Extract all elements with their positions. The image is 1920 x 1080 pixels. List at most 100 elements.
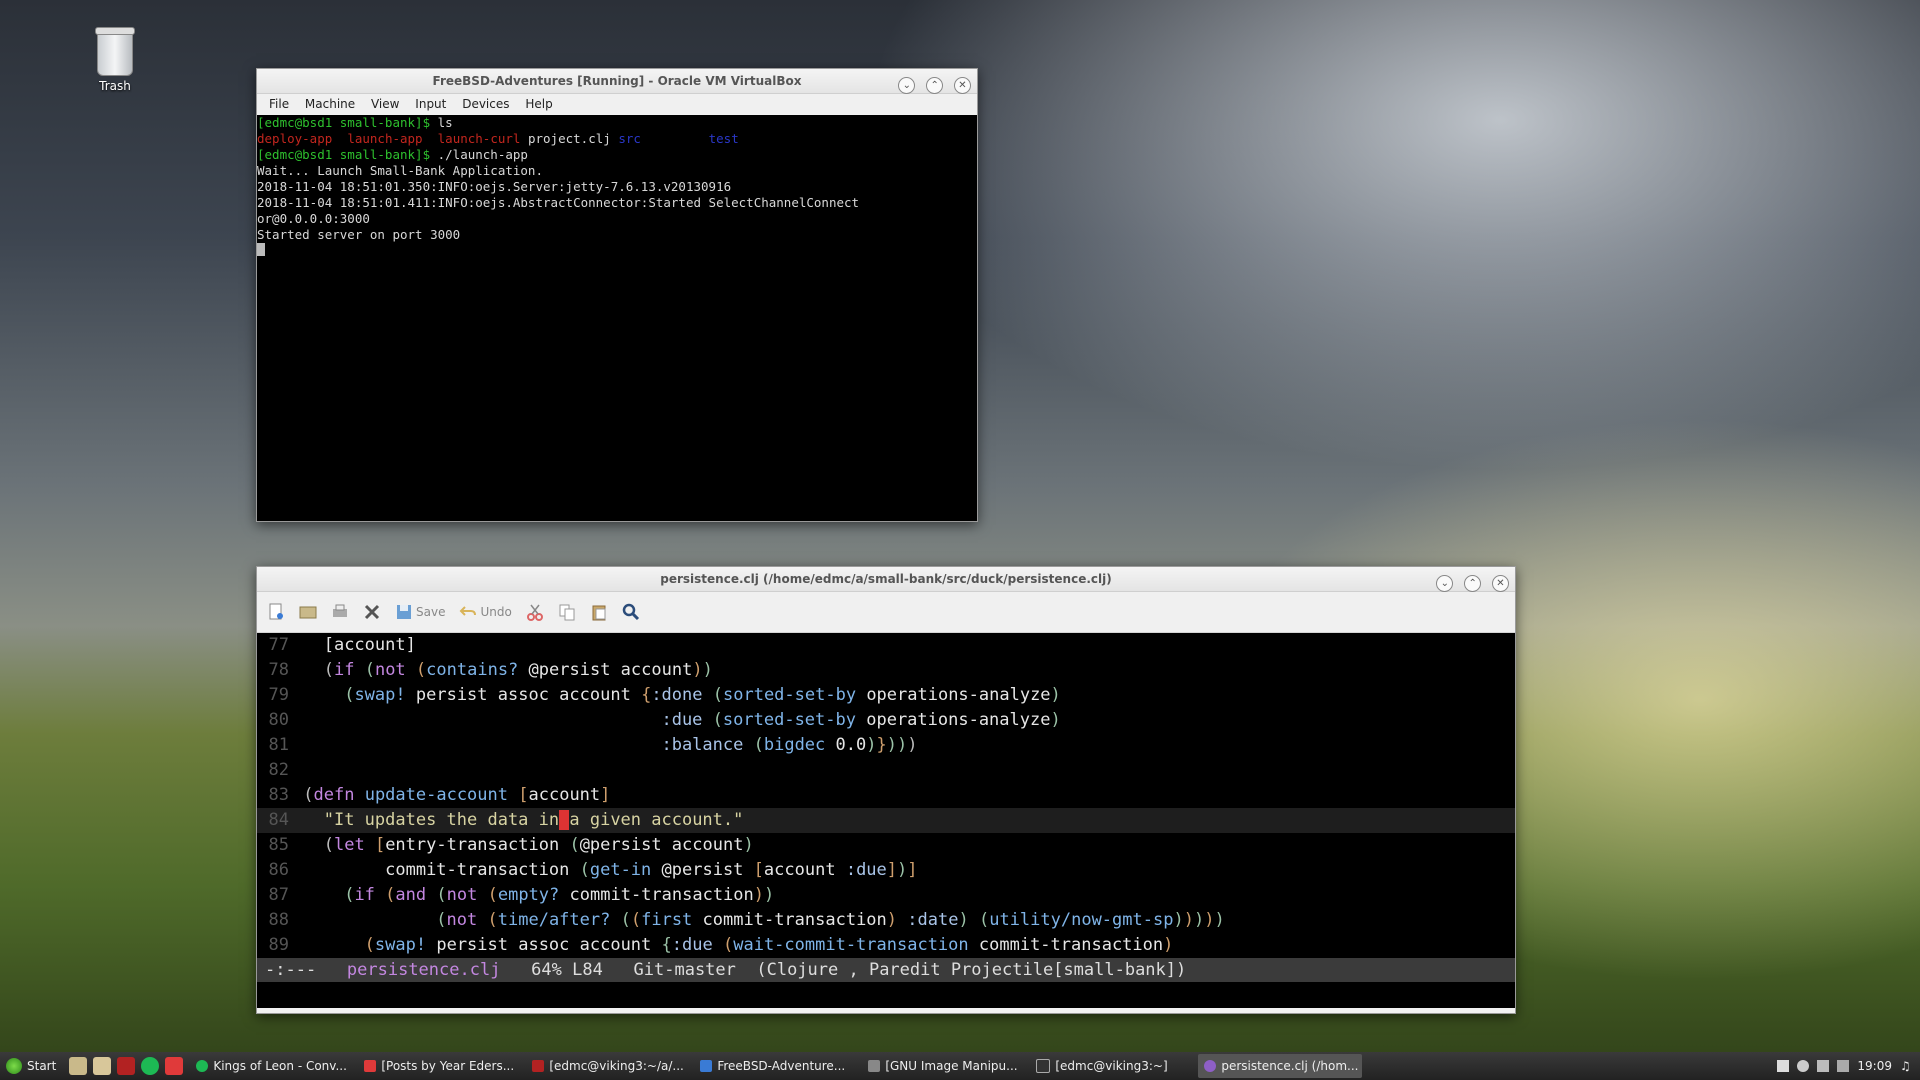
task-spotify[interactable]: Kings of Leon - Conv... [190,1054,354,1078]
task-emacs[interactable]: persistence.clj (/hom... [1198,1054,1363,1078]
emacs-icon [1204,1060,1217,1072]
printer-icon [333,604,347,617]
vivaldi-icon [364,1060,377,1072]
menu-help[interactable]: Help [525,97,552,111]
terminal-icon [1036,1059,1051,1073]
menu-view[interactable]: View [371,97,399,111]
spotify-icon [196,1060,209,1072]
terminal-line: 2018-11-04 18:51:01.411:INFO:oejs.Abstra… [257,195,860,210]
code-line: 77 [account] [268,635,416,655]
editor-toolbar: Save Undo [257,592,1515,633]
code-line: 79 (swap! persist assoc account {:done (… [268,685,1061,705]
undo-icon [460,606,477,616]
terminal-line: [edmc@bsd1 small-bank]$ ls [257,115,453,130]
virtualbox-titlebar[interactable]: FreeBSD-Adventures [Running] - Oracle VM… [257,69,977,94]
code-editor[interactable]: 77 [account] 78 (if (not (contains? @per… [257,633,1515,1008]
start-icon [6,1058,22,1074]
save-icon [397,605,411,619]
code-line: 80 :due (sorted-set-by operations-analyz… [268,710,1061,730]
copy-icon [559,604,575,621]
new-file-button[interactable] [267,603,285,621]
undo-button[interactable]: Undo [459,603,512,621]
search-button[interactable] [622,603,640,621]
menu-devices[interactable]: Devices [462,97,509,111]
trash-desktop-icon[interactable]: Trash [90,27,140,93]
trash-label: Trash [99,79,131,93]
code-line: 88 (not (time/after? ((first commit-tran… [268,910,1225,930]
terminal-cursor-line [257,243,977,259]
close-button[interactable]: ✕ [954,77,971,94]
user-icon[interactable] [1797,1060,1810,1072]
task-browser[interactable]: [Posts by Year Eders... [358,1054,522,1078]
vm-console[interactable]: [edmc@bsd1 small-bank]$ ls deploy-app la… [257,115,977,521]
terminal-cursor [257,243,265,256]
editor-window: persistence.clj (/home/edmc/a/small-bank… [256,566,1516,1014]
minimize-button[interactable]: ⌄ [898,77,916,94]
search-icon [622,603,639,621]
save-label: Save [416,605,446,619]
copy-button[interactable] [558,603,576,621]
code-line-current: 84 "It updates the data in a given accou… [257,808,1515,833]
scissors-icon [526,604,543,621]
code-line: 83 (defn update-account [account] [268,785,611,805]
modeline-modes: (Clojure , Paredit Projectile[small-bank… [756,960,1187,980]
emacs-modeline: -:--- persistence.clj 64% L84 Git-master… [257,958,1515,982]
task-terminal-1[interactable]: [edmc@viking3:~/a/... [526,1054,690,1078]
undo-label: Undo [480,605,512,619]
code-line: 89 (swap! persist assoc account {:due (w… [268,935,1174,955]
minibuffer[interactable] [257,982,1515,1008]
terminal-line: Started server on port 3000 [257,227,461,242]
folder-launcher-icon[interactable] [93,1057,112,1075]
menu-machine[interactable]: Machine [305,97,355,111]
task-terminal-2[interactable]: [edmc@viking3:~] [1030,1054,1194,1078]
code-line: 86 commit-transaction (get-in @persist [… [268,860,918,880]
window-title: persistence.clj (/home/edmc/a/small-bank… [660,572,1112,586]
folder-icon [299,606,317,619]
close-button[interactable]: ✕ [1492,575,1509,592]
new-file-icon [269,603,283,620]
paste-button[interactable] [590,603,608,621]
network-icon[interactable] [1817,1060,1830,1072]
menu-file[interactable]: File [269,97,289,111]
close-file-button[interactable] [363,603,381,621]
task-virtualbox[interactable]: FreeBSD-Adventure... [694,1054,858,1078]
terminal-line: 2018-11-04 18:51:01.350:INFO:oejs.Server… [257,179,732,194]
task-gimp[interactable]: [GNU Image Manipu... [862,1054,1026,1078]
code-line: 78 (if (not (contains? @persist account)… [268,660,713,680]
modeline-position: 64% L84 [531,960,603,980]
virtualbox-window: FreeBSD-Adventures [Running] - Oracle VM… [256,68,978,522]
virtualbox-menubar: File Machine View Input Devices Help [257,94,977,114]
save-button[interactable]: Save [395,603,445,621]
close-icon [364,604,380,620]
open-file-button[interactable] [299,603,317,621]
modeline-vc: Git-master [633,960,736,980]
terminal-line: deploy-app launch-app launch-curl projec… [257,131,739,146]
cut-button[interactable] [526,603,544,621]
terminal-icon [532,1060,545,1072]
terminal-line: Wait... Launch Small-Bank Application. [257,163,543,178]
volume-icon[interactable]: ♫ [1900,1060,1912,1072]
terminal-line: [edmc@bsd1 small-bank]$ ./launch-app [257,147,528,162]
code-line: 81 :balance (bigdec 0.0)}))) [268,735,918,755]
modeline-filename: persistence.clj [346,960,501,980]
spotify-launcher-icon[interactable] [141,1057,160,1075]
virtualbox-icon [700,1060,713,1072]
start-label: Start [27,1059,57,1073]
battery-icon[interactable] [1837,1060,1850,1072]
maximize-button[interactable]: ⌃ [926,77,944,94]
clock[interactable]: 19:09 [1857,1059,1892,1073]
files-launcher-icon[interactable] [69,1057,88,1075]
minimize-button[interactable]: ⌄ [1436,575,1454,592]
code-line: 87 (if (and (not (empty? commit-transact… [268,885,775,905]
print-button[interactable] [331,603,349,621]
start-button[interactable]: Start [0,1058,66,1074]
menu-input[interactable]: Input [415,97,446,111]
dropbox-icon[interactable] [1777,1060,1790,1072]
text-cursor [559,810,570,830]
vivaldi-launcher-icon[interactable] [165,1057,184,1075]
editor-titlebar[interactable]: persistence.clj (/home/edmc/a/small-bank… [257,567,1515,592]
gimp-icon [868,1060,881,1072]
terminal-launcher-icon[interactable] [117,1057,136,1075]
taskbar: Start Kings of Leon - Conv... [Posts by … [0,1052,1920,1080]
maximize-button[interactable]: ⌃ [1464,575,1482,592]
